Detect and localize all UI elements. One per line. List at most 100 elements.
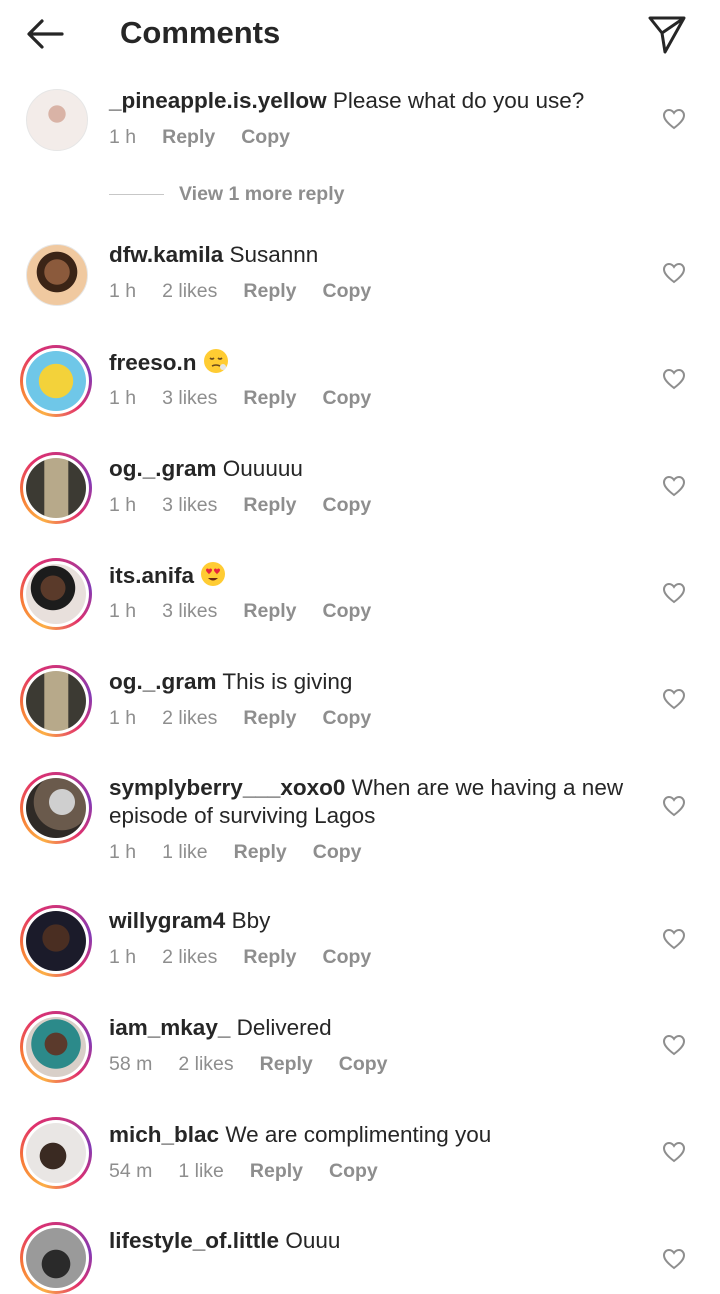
avatar-image [26, 1123, 86, 1183]
heart-outline-icon[interactable] [662, 262, 686, 284]
comment-likes[interactable]: 3 likes [162, 494, 217, 516]
comment-time: 1 h [109, 494, 137, 516]
comment-body: This is giving [222, 669, 353, 694]
share-button[interactable] [644, 10, 690, 56]
avatar-inner [23, 775, 89, 841]
comment-meta: 1 h 1 like Reply Copy [109, 841, 388, 864]
comment-username[interactable]: iam_mkay_ [109, 1015, 230, 1040]
reply-button[interactable]: Reply [260, 1053, 313, 1075]
copy-button[interactable]: Copy [323, 600, 372, 622]
avatar[interactable] [20, 558, 92, 630]
heart-outline-icon[interactable] [662, 1141, 686, 1163]
comment-time: 1 h [109, 600, 137, 622]
copy-button[interactable]: Copy [323, 280, 372, 302]
comment-likes[interactable]: 3 likes [162, 387, 217, 409]
back-button[interactable] [22, 14, 68, 54]
avatar[interactable] [20, 665, 92, 737]
comment-body: Please what do you use? [332, 88, 585, 113]
comment-username[interactable]: willygram4 [109, 908, 225, 933]
comment-likes[interactable]: 1 like [162, 841, 208, 863]
comment-meta: 1 h 3 likes Reply Copy [109, 600, 397, 623]
comment-meta: 1 h Reply Copy [109, 126, 316, 149]
comment-text: og._.gram Ouuuuu [109, 455, 629, 483]
comment-time: 1 h [109, 841, 137, 863]
reply-button[interactable]: Reply [162, 126, 215, 148]
comment-username[interactable]: dfw.kamila [109, 242, 223, 267]
avatar[interactable] [26, 89, 88, 151]
comment-username[interactable]: _pineapple.is.yellow [109, 88, 327, 113]
comment-text: _pineapple.is.yellow Please what do you … [109, 87, 629, 115]
reply-button[interactable]: Reply [243, 387, 296, 409]
copy-button[interactable]: Copy [313, 841, 362, 863]
comment-text: dfw.kamila Susannn [109, 241, 629, 269]
heart-outline-icon[interactable] [662, 1248, 686, 1270]
comment-likes[interactable]: 1 like [178, 1160, 224, 1182]
copy-button[interactable]: Copy [339, 1053, 388, 1075]
avatar-image [26, 351, 86, 411]
reply-button[interactable]: Reply [243, 494, 296, 516]
copy-button[interactable]: Copy [323, 494, 372, 516]
avatar[interactable] [20, 905, 92, 977]
comment-username[interactable]: its.anifa [109, 563, 194, 588]
heart-outline-icon[interactable] [662, 582, 686, 604]
comment-likes[interactable]: 3 likes [162, 600, 217, 622]
avatar[interactable] [26, 244, 88, 306]
reply-button[interactable]: Reply [234, 841, 287, 863]
comment-meta: 1 h 2 likes Reply Copy [109, 946, 397, 969]
comment-meta: 1 h 2 likes Reply Copy [109, 707, 397, 730]
view-more-replies-label[interactable]: View 1 more reply [179, 183, 344, 206]
reply-button[interactable]: Reply [243, 280, 296, 302]
heart-outline-icon[interactable] [662, 795, 686, 817]
reply-button[interactable]: Reply [250, 1160, 303, 1182]
avatar[interactable] [20, 345, 92, 417]
comment-time: 1 h [109, 707, 137, 729]
avatar-inner [23, 455, 89, 521]
comment-meta: 54 m 1 like Reply Copy [109, 1160, 404, 1183]
comment-likes[interactable]: 2 likes [162, 707, 217, 729]
comment-time: 1 h [109, 387, 137, 409]
avatar[interactable] [20, 1117, 92, 1189]
comment-time: 58 m [109, 1053, 153, 1075]
comment-meta: 58 m 2 likes Reply Copy [109, 1053, 414, 1076]
heart-outline-icon[interactable] [662, 368, 686, 390]
avatar[interactable] [20, 452, 92, 524]
comment-username[interactable]: freeso.n [109, 350, 197, 375]
reply-button[interactable]: Reply [243, 707, 296, 729]
comment-likes[interactable]: 2 likes [178, 1053, 233, 1075]
avatar-image [26, 244, 88, 306]
heart-outline-icon[interactable] [662, 688, 686, 710]
comment-likes[interactable]: 2 likes [162, 946, 217, 968]
copy-button[interactable]: Copy [323, 946, 372, 968]
avatar-inner [23, 348, 89, 414]
face-with-steam-icon [203, 348, 229, 381]
comment-username[interactable]: symplyberry___xoxo0 [109, 775, 345, 800]
copy-button[interactable]: Copy [329, 1160, 378, 1182]
copy-button[interactable]: Copy [241, 126, 290, 148]
paper-plane-icon [648, 16, 686, 54]
heart-outline-icon[interactable] [662, 475, 686, 497]
heart-outline-icon[interactable] [662, 928, 686, 950]
reply-button[interactable]: Reply [243, 600, 296, 622]
avatar-inner [23, 1225, 89, 1291]
avatar-image [26, 778, 86, 838]
heart-outline-icon[interactable] [662, 108, 686, 130]
heart-outline-icon[interactable] [662, 1034, 686, 1056]
comment-username[interactable]: og._.gram [109, 669, 217, 694]
replies-divider [109, 194, 164, 195]
avatar-inner [23, 668, 89, 734]
comment-time: 1 h [109, 946, 137, 968]
comment-username[interactable]: lifestyle_of.little [109, 1228, 279, 1253]
comment-username[interactable]: og._.gram [109, 456, 217, 481]
copy-button[interactable]: Copy [323, 387, 372, 409]
copy-button[interactable]: Copy [323, 707, 372, 729]
reply-button[interactable]: Reply [243, 946, 296, 968]
comment-likes[interactable]: 2 likes [162, 280, 217, 302]
comment-body: Bby [231, 908, 271, 933]
comment-text: mich_blac We are complimenting you [109, 1121, 629, 1149]
avatar[interactable] [20, 772, 92, 844]
avatar[interactable] [20, 1222, 92, 1294]
comment-time: 54 m [109, 1160, 153, 1182]
avatar[interactable] [20, 1011, 92, 1083]
comment-body: Delivered [236, 1015, 332, 1040]
comment-username[interactable]: mich_blac [109, 1122, 219, 1147]
